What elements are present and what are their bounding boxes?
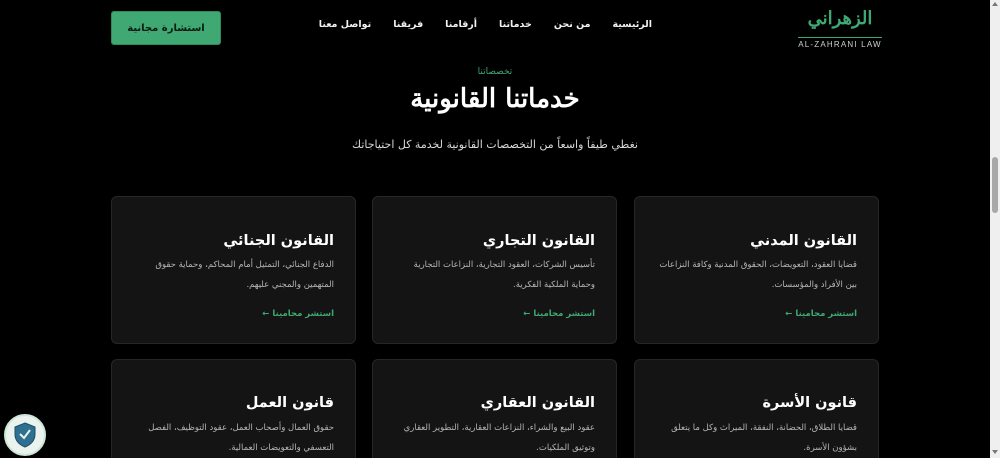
scroll-down-icon[interactable] bbox=[992, 450, 998, 454]
card-title: القانون العقاري bbox=[480, 395, 595, 411]
card-description: قضايا العقود، التعويضات، الحقوق المدنية … bbox=[659, 260, 857, 290]
main-nav: الرئيسية من نحن خدماتنا أرقامنا فريقنا ت… bbox=[319, 19, 652, 30]
card-description: تأسيس الشركات، العقود التجارية، النزاعات… bbox=[413, 260, 595, 290]
card-description: قضايا الطلاق، الحضانة، النفقة، الميراث و… bbox=[671, 423, 857, 453]
nav-numbers[interactable]: أرقامنا bbox=[445, 19, 477, 30]
free-consultation-button[interactable]: استشارة مجانية bbox=[111, 11, 221, 45]
card-title: القانون التجاري bbox=[482, 233, 595, 249]
nav-services[interactable]: خدماتنا bbox=[499, 19, 532, 30]
card-description: عقود البيع والشراء، النزاعات العقارية، ا… bbox=[403, 423, 595, 453]
scroll-thumb[interactable] bbox=[992, 157, 998, 213]
nav-team[interactable]: فريقنا bbox=[393, 19, 423, 30]
service-card-real-estate: القانون العقاري عقود البيع والشراء، النز… bbox=[372, 359, 617, 458]
logo-english: AL-ZAHRANI LAW bbox=[798, 37, 882, 49]
nav-home[interactable]: الرئيسية bbox=[613, 19, 652, 30]
card-title: قانون العمل bbox=[245, 395, 334, 411]
section-title: خدماتنا القانونية bbox=[410, 84, 580, 114]
section-subtitle: نغطي طيفاً واسعاً من التخصصات القانونية … bbox=[352, 138, 638, 151]
page-scrollbar[interactable] bbox=[990, 0, 1000, 458]
consult-lawyer-link[interactable]: استشر محامينا ← bbox=[523, 309, 595, 319]
card-title: قانون الأسرة bbox=[762, 395, 857, 411]
service-card-commercial: القانون التجاري تأسيس الشركات، العقود ال… bbox=[372, 196, 617, 344]
card-title: القانون الجنائي bbox=[223, 233, 334, 249]
site-header: الزهراني AL-ZAHRANI LAW الرئيسية من نحن … bbox=[0, 0, 990, 56]
consult-lawyer-link[interactable]: استشر محامينا ← bbox=[785, 309, 857, 319]
site-logo[interactable]: الزهراني AL-ZAHRANI LAW bbox=[798, 8, 882, 49]
scroll-up-icon[interactable] bbox=[992, 2, 998, 6]
nav-contact[interactable]: تواصل معنا bbox=[319, 19, 371, 30]
service-card-labor: قانون العمل حقوق العمال وأصحاب العمل، عق… bbox=[111, 359, 356, 458]
service-card-criminal: القانون الجنائي الدفاع الجنائي، التمثيل … bbox=[111, 196, 356, 344]
logo-arabic: الزهراني bbox=[807, 8, 873, 29]
card-title: القانون المدني bbox=[750, 233, 857, 249]
card-description: حقوق العمال وأصحاب العمل، عقود التوظيف، … bbox=[148, 423, 334, 453]
shield-badge-icon[interactable] bbox=[4, 414, 46, 456]
section-eyebrow: تخصصاتنا bbox=[477, 67, 513, 77]
nav-about[interactable]: من نحن bbox=[554, 19, 591, 30]
consult-lawyer-link[interactable]: استشر محامينا ← bbox=[262, 309, 334, 319]
card-description: الدفاع الجنائي، التمثيل أمام المحاكم، وح… bbox=[155, 260, 334, 290]
service-card-civil: القانون المدني قضايا العقود، التعويضات، … bbox=[634, 196, 879, 344]
service-card-family: قانون الأسرة قضايا الطلاق، الحضانة، النف… bbox=[634, 359, 879, 458]
